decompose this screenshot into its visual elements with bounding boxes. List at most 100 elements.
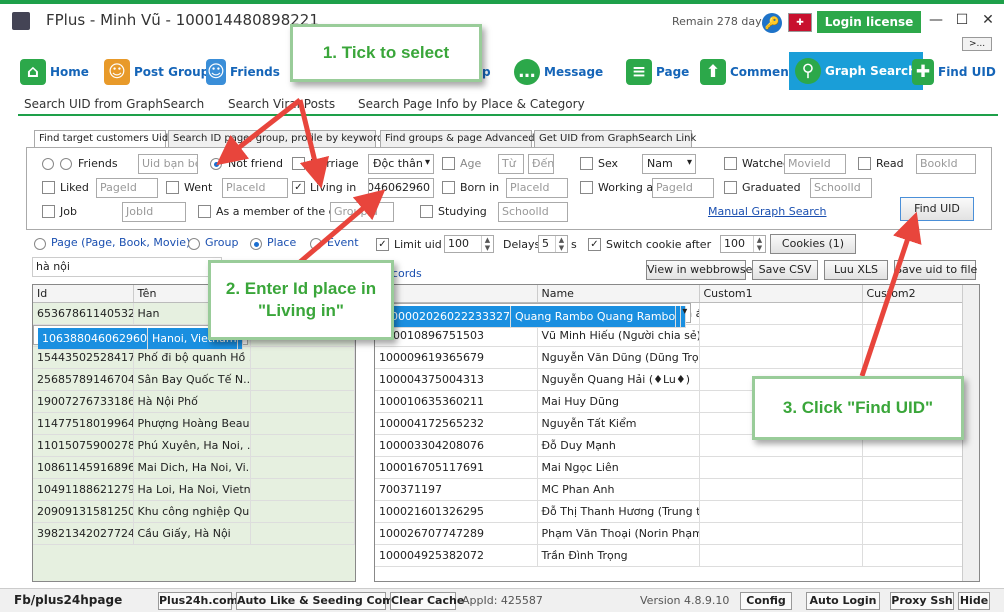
place-id-cell[interactable]: 653678611405322 <box>33 302 134 325</box>
config-button[interactable]: Config <box>740 592 792 610</box>
sex-checkbox[interactable] <box>580 157 593 170</box>
toolbar-comment[interactable]: ⬆ Comment <box>700 56 794 88</box>
job-checkbox[interactable] <box>42 205 55 218</box>
toolbar-message[interactable]: … Message <box>514 56 603 88</box>
toolbar-group[interactable]: p <box>482 56 491 88</box>
place-name-cell[interactable]: Hà Nội Phố <box>133 390 251 413</box>
table-row[interactable]: 398213420277243 Cầu Giấy, Hà Nội <box>33 522 355 545</box>
table-row[interactable]: 110150759002784 Phú Xuyên, Ha Noi, ... <box>33 434 355 457</box>
uid-cell[interactable]: 100016705117691 <box>375 456 538 479</box>
age-checkbox[interactable] <box>442 157 455 170</box>
watched-checkbox[interactable] <box>724 157 737 170</box>
place-name-cell[interactable]: Mai Dich, Ha Noi, Vi... <box>133 456 251 479</box>
group-id-input[interactable]: GroupId <box>330 202 394 222</box>
more-button[interactable]: >... <box>962 37 992 51</box>
place-name-cell[interactable]: Sân Bay Quốc Tế N... <box>133 368 251 391</box>
tab-page-info[interactable]: Search Page Info by Place & Category <box>358 97 585 111</box>
custom-cell[interactable] <box>699 478 863 501</box>
luu-xls-button[interactable]: Luu XLS <box>824 260 888 280</box>
toolbar-graph-search[interactable]: ⚲ Graph Search <box>789 52 923 90</box>
switch-cookie-checkbox[interactable]: ✓ <box>588 238 601 251</box>
spinner-arrows-icon[interactable]: ▲ ▼ <box>555 236 567 252</box>
hide-button[interactable]: Hide <box>958 592 990 610</box>
auto-like-button[interactable]: Auto Like & Seeding Com... <box>236 592 406 610</box>
place-id-cell[interactable]: 190072767331867​3 <box>33 390 134 413</box>
custom-cell[interactable] <box>699 324 863 347</box>
place-id-cell[interactable]: 398213420277243 <box>33 522 134 545</box>
tab-viral-posts[interactable]: Search Viral Posts <box>228 97 335 111</box>
key-icon[interactable]: 🔑 <box>762 13 782 33</box>
user-name-cell[interactable]: Phạm Văn Thoại (Norin Phạm) <box>537 522 700 545</box>
plus24h-button[interactable]: Plus24h.com <box>158 592 238 610</box>
studying-checkbox[interactable] <box>420 205 433 218</box>
born-place-input[interactable]: PlaceId <box>506 178 568 198</box>
living-in-checkbox[interactable]: ✓ <box>292 181 305 194</box>
place-id-cell[interactable]: 104911886212799 <box>33 478 134 501</box>
radio-friends[interactable] <box>60 158 72 170</box>
living-in-input[interactable]: 106388046062960 <box>368 178 434 198</box>
radio-blank[interactable] <box>42 158 54 170</box>
custom-cell[interactable] <box>699 302 863 325</box>
proxy-ssh-button[interactable]: Proxy Ssh <box>890 592 954 610</box>
user-name-cell[interactable]: Quang Rambo Quang Rambo <box>510 305 677 328</box>
toolbar-home[interactable]: ⌂ Home <box>20 56 89 88</box>
col-id[interactable]: Id <box>33 285 134 303</box>
book-id-input[interactable]: BookId <box>916 154 976 174</box>
age-to-input[interactable]: Đến <box>528 154 554 174</box>
table-row[interactable]: 104911886212799 Ha Loi, Ha Noi, Vietn... <box>33 478 355 501</box>
born-in-checkbox[interactable] <box>442 181 455 194</box>
table-row[interactable]: 100004925382072 Trần Đình Trọng <box>375 544 979 567</box>
cookies-button[interactable]: Cookies (1) <box>770 234 856 254</box>
place-name-cell[interactable]: Phú Xuyên, Ha Noi, ... <box>133 434 251 457</box>
custom-cell[interactable] <box>699 456 863 479</box>
find-uid-button[interactable]: Find UID <box>900 197 974 221</box>
member-of-checkbox[interactable] <box>198 205 211 218</box>
view-webbrowser-button[interactable]: View in webbrowser <box>646 260 757 280</box>
subtab-find-target[interactable]: Find target customers Uid <box>34 130 168 148</box>
movie-id-input[interactable]: MovieId <box>784 154 846 174</box>
toolbar-find-uid[interactable]: ✚ Find UID <box>912 56 996 88</box>
user-name-cell[interactable]: Trần Đình Trọng <box>537 544 700 567</box>
place-id-cell[interactable]: 106388046062960 <box>38 327 148 350</box>
graduated-school-input[interactable]: SchoolId <box>810 178 872 198</box>
subtab-search-id[interactable]: Search ID page, group, profile by keywor… <box>168 130 383 148</box>
job-id-input[interactable]: JobId <box>122 202 186 222</box>
place-id-cell[interactable]: 110150759002784 <box>33 434 134 457</box>
custom-cell[interactable] <box>699 346 863 369</box>
subtab-find-groups[interactable]: Find groups & page Advanced <box>380 130 535 148</box>
user-name-cell[interactable]: Nguyễn Quang Hải (♦Lu♦) <box>537 368 700 391</box>
user-name-cell[interactable]: MC Phan Anh <box>537 478 700 501</box>
toolbar-post-group[interactable]: ☺ Post Group <box>104 56 209 88</box>
limit-uid-checkbox[interactable]: ✓ <box>376 238 389 251</box>
auto-login-button[interactable]: Auto Login <box>806 592 880 610</box>
user-name-cell[interactable]: Nguyễn Tất Kiểm <box>537 412 700 435</box>
radio-group-type[interactable] <box>188 238 200 250</box>
subtab-get-uid-link[interactable]: Get UID from GraphSearch Link <box>534 130 696 148</box>
col-custom1[interactable]: Custom1 <box>699 285 863 303</box>
tab-search-uid[interactable]: Search UID from GraphSearch <box>24 97 204 111</box>
uid-cell[interactable]: 100010635360211 <box>375 390 538 413</box>
login-license-button[interactable]: Login license <box>817 11 921 33</box>
custom-cell[interactable] <box>680 305 687 328</box>
user-name-cell[interactable]: Nguyễn Văn Dũng (Dũng Trọc... <box>537 346 700 369</box>
col-uid[interactable] <box>375 285 538 303</box>
place-id-cell[interactable]: 108611459168961 <box>33 456 134 479</box>
uid-cell[interactable]: 100026707747289 <box>375 522 538 545</box>
table-row[interactable]: 1147751801996400Phượng Hoàng Beau... <box>33 412 355 435</box>
table-row[interactable]: 100026707747289 Phạm Văn Thoại (Norin Phạ… <box>375 522 979 545</box>
delays-spinner[interactable]: 5 ▲ ▼ <box>538 235 568 253</box>
spinner-arrows-icon[interactable]: ▲ ▼ <box>481 236 493 252</box>
minimize-icon[interactable]: — <box>924 10 948 30</box>
table-row[interactable]: 209091315812508 Khu công nghiệp Qu... <box>33 500 355 523</box>
toolbar-friends[interactable]: ☺ Friends <box>206 56 280 88</box>
switch-cookie-spinner[interactable]: 100 ▲ ▼ <box>720 235 766 253</box>
graduated-checkbox[interactable] <box>724 181 737 194</box>
place-name-cell[interactable]: Phượng Hoàng Beau... <box>133 412 251 435</box>
radio-page-type[interactable] <box>34 238 46 250</box>
uid-table-scrollbar[interactable] <box>962 285 979 581</box>
uid-cell[interactable]: 100009619365679 <box>375 346 538 369</box>
uid-cell[interactable]: 700371197 <box>375 478 538 501</box>
work-page-input[interactable]: PageId <box>652 178 714 198</box>
manual-graph-search-link[interactable]: Manual Graph Search <box>708 205 827 218</box>
table-row[interactable]: 100016705117691 Mai Ngọc Liên <box>375 456 979 479</box>
